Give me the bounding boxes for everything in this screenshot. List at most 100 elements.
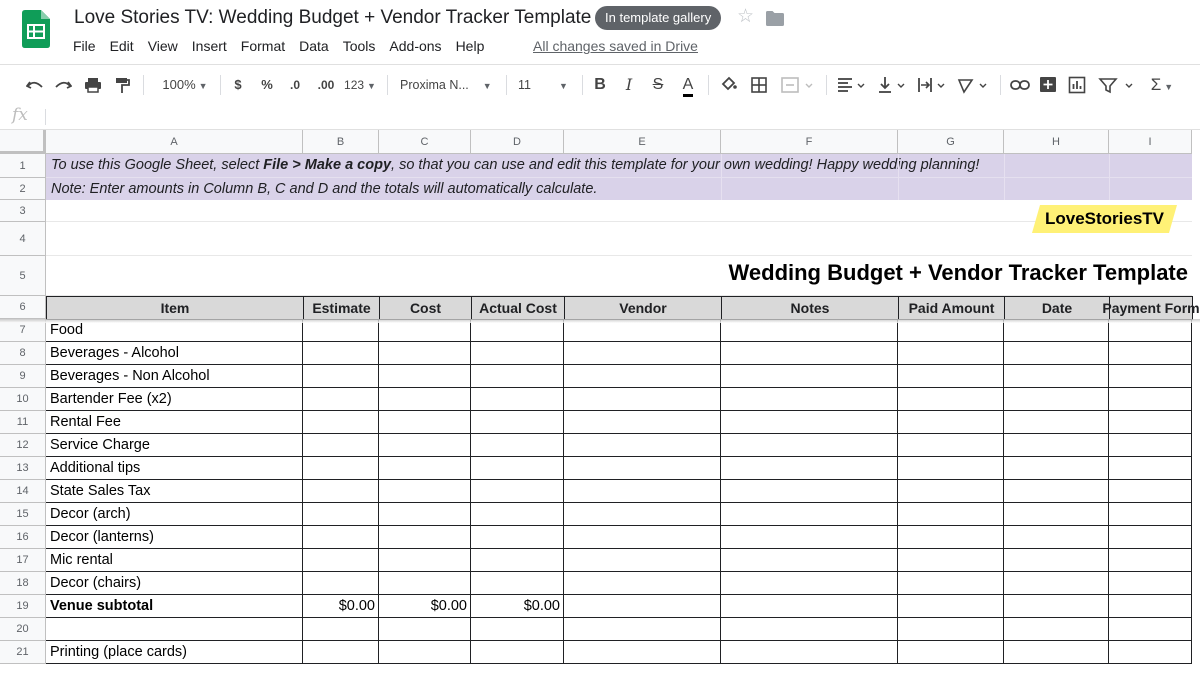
table-cell[interactable]: [721, 641, 898, 664]
row-header-13[interactable]: 13: [0, 457, 46, 480]
table-cell[interactable]: [721, 342, 898, 365]
item-cell[interactable]: Beverages - Non Alcohol: [46, 365, 303, 388]
insert-comment-icon[interactable]: [1039, 65, 1059, 105]
table-cell[interactable]: [564, 480, 721, 503]
column-header-b[interactable]: B: [303, 130, 379, 154]
row-header-2[interactable]: 2: [0, 178, 46, 200]
item-cell[interactable]: Rental Fee: [46, 411, 303, 434]
folder-icon[interactable]: [766, 11, 784, 26]
row-header-6[interactable]: 6: [0, 296, 46, 319]
table-cell[interactable]: [1004, 572, 1109, 595]
table-cell[interactable]: [721, 572, 898, 595]
table-cell[interactable]: [303, 618, 379, 641]
font-family-select[interactable]: Proxima N... ▼: [400, 65, 498, 105]
document-title[interactable]: Love Stories TV: Wedding Budget + Vendor…: [74, 7, 591, 29]
table-cell[interactable]: [1004, 480, 1109, 503]
table-cell[interactable]: [1109, 457, 1192, 480]
table-cell[interactable]: [564, 457, 721, 480]
insert-chart-icon[interactable]: [1068, 65, 1088, 105]
table-cell[interactable]: [471, 480, 564, 503]
fill-color-icon[interactable]: [720, 65, 740, 105]
currency-format-button[interactable]: $: [228, 65, 248, 105]
item-cell[interactable]: Decor (arch): [46, 503, 303, 526]
text-wrap-icon[interactable]: [916, 65, 950, 105]
insert-link-icon[interactable]: [1010, 65, 1032, 105]
row-header-17[interactable]: 17: [0, 549, 46, 572]
table-cell[interactable]: $0.00: [303, 595, 379, 618]
table-cell[interactable]: [721, 388, 898, 411]
table-cell[interactable]: [1109, 411, 1192, 434]
table-cell[interactable]: [1109, 365, 1192, 388]
table-cell[interactable]: [471, 641, 564, 664]
table-cell[interactable]: [1004, 503, 1109, 526]
paint-format-icon[interactable]: [113, 65, 135, 105]
formula-input[interactable]: [52, 104, 1192, 129]
table-cell[interactable]: [721, 503, 898, 526]
table-cell[interactable]: [471, 411, 564, 434]
table-cell[interactable]: [471, 434, 564, 457]
table-cell[interactable]: [1109, 503, 1192, 526]
row-header-20[interactable]: 20: [0, 618, 46, 641]
table-cell[interactable]: [721, 549, 898, 572]
item-cell[interactable]: Mic rental: [46, 549, 303, 572]
menu-file[interactable]: File: [66, 36, 103, 58]
table-cell[interactable]: [1004, 618, 1109, 641]
item-cell[interactable]: Additional tips: [46, 457, 303, 480]
row-header-16[interactable]: 16: [0, 526, 46, 549]
table-cell[interactable]: [471, 618, 564, 641]
item-cell[interactable]: Printing (place cards): [46, 641, 303, 664]
text-color-button[interactable]: A: [678, 65, 698, 105]
table-cell[interactable]: [898, 480, 1004, 503]
table-cell[interactable]: [898, 549, 1004, 572]
saved-status-link[interactable]: All changes saved in Drive: [533, 38, 698, 54]
template-gallery-badge[interactable]: In template gallery: [595, 6, 722, 30]
item-cell[interactable]: Service Charge: [46, 434, 303, 457]
menu-edit[interactable]: Edit: [103, 36, 141, 58]
table-cell[interactable]: [898, 618, 1004, 641]
table-cell[interactable]: [1004, 365, 1109, 388]
vertical-align-icon[interactable]: [876, 65, 910, 105]
menu-tools[interactable]: Tools: [336, 36, 383, 58]
table-cell[interactable]: [721, 595, 898, 618]
table-cell[interactable]: [471, 365, 564, 388]
column-header-i[interactable]: I: [1109, 130, 1192, 154]
table-cell[interactable]: [1004, 641, 1109, 664]
table-cell[interactable]: [564, 641, 721, 664]
horizontal-align-icon[interactable]: [836, 65, 870, 105]
borders-icon[interactable]: [750, 65, 770, 105]
row-header-21[interactable]: 21: [0, 641, 46, 664]
table-cell[interactable]: [1109, 480, 1192, 503]
table-cell[interactable]: [898, 342, 1004, 365]
item-cell[interactable]: Venue subtotal: [46, 595, 303, 618]
row-header-4[interactable]: 4: [0, 222, 46, 256]
menu-data[interactable]: Data: [292, 36, 336, 58]
table-cell[interactable]: [564, 342, 721, 365]
table-cell[interactable]: [564, 365, 721, 388]
table-cell[interactable]: [898, 503, 1004, 526]
decrease-decimals-button[interactable]: .0: [284, 65, 306, 105]
table-cell[interactable]: [1004, 457, 1109, 480]
table-cell[interactable]: [564, 434, 721, 457]
table-cell[interactable]: [471, 388, 564, 411]
print-icon[interactable]: [83, 65, 105, 105]
table-cell[interactable]: [379, 388, 471, 411]
table-cell[interactable]: [564, 549, 721, 572]
table-cell[interactable]: [1004, 411, 1109, 434]
row-header-19[interactable]: 19: [0, 595, 46, 618]
item-cell[interactable]: Decor (lanterns): [46, 526, 303, 549]
row-header-11[interactable]: 11: [0, 411, 46, 434]
table-cell[interactable]: [1109, 641, 1192, 664]
menu-format[interactable]: Format: [234, 36, 292, 58]
table-cell[interactable]: [379, 457, 471, 480]
row-header-5[interactable]: 5: [0, 256, 46, 296]
menu-help[interactable]: Help: [449, 36, 492, 58]
table-cell[interactable]: [379, 641, 471, 664]
row-header-3[interactable]: 3: [0, 200, 46, 222]
table-cell[interactable]: [564, 572, 721, 595]
item-cell[interactable]: [46, 618, 303, 641]
column-header-d[interactable]: D: [471, 130, 564, 154]
table-cell[interactable]: [1004, 388, 1109, 411]
filter-icon[interactable]: [1098, 65, 1138, 105]
table-cell[interactable]: [471, 549, 564, 572]
table-cell[interactable]: [303, 388, 379, 411]
